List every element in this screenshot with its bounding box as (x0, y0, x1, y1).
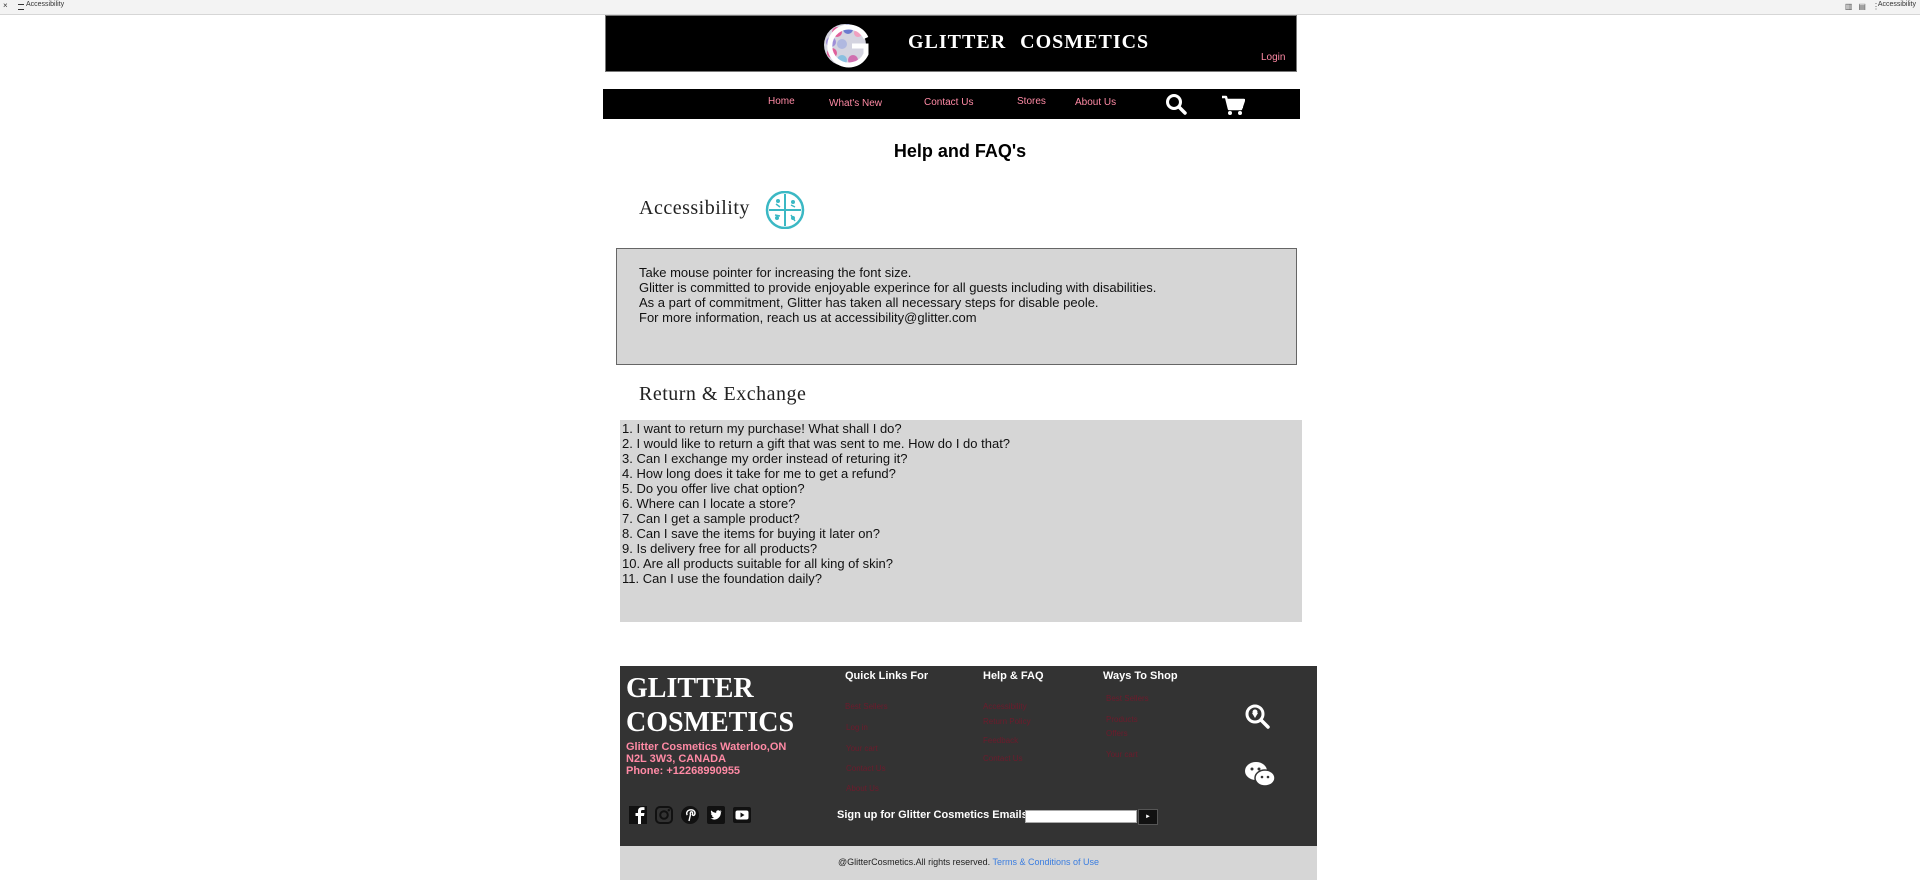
faq-item[interactable]: 7. Can I get a sample product? (622, 511, 1302, 526)
brand-title: GLITTER COSMETICS (908, 31, 1150, 53)
facebook-icon[interactable] (628, 805, 648, 825)
faq-item[interactable]: 8. Can I save the items for buying it la… (622, 526, 1302, 541)
footer-link-products[interactable]: Products (1106, 715, 1138, 724)
browser-right-label: Accessibility (1877, 1, 1916, 8)
pinterest-icon[interactable] (680, 805, 700, 825)
footer-brand-line: GLITTER (626, 673, 754, 704)
accessibility-line: Take mouse pointer for increasing the fo… (639, 265, 912, 280)
accessibility-heading: Accessibility (639, 197, 750, 219)
faq-item[interactable]: 9. Is delivery free for all products? (622, 541, 1302, 556)
nav-about-us[interactable]: About Us (1075, 97, 1116, 108)
footer-link-offers[interactable]: Offers (1106, 729, 1128, 738)
main-nav: Home What's New Contact Us Stores About … (603, 89, 1300, 119)
faq-item[interactable]: 4. How long does it take for me to get a… (622, 466, 1302, 481)
footer-brand: GLITTER COSMETICS (626, 672, 826, 740)
tab-menu-icon[interactable] (18, 4, 24, 10)
faq-item[interactable]: 5. Do you offer live chat option? (622, 481, 1302, 496)
faq-item[interactable]: 10. Are all products suitable for all ki… (622, 556, 1302, 571)
footer-address: Glitter Cosmetics Waterloo,ON N2L 3W3, C… (626, 741, 786, 777)
quick-links-title: Quick Links For (845, 670, 929, 682)
email-signup-input[interactable] (1025, 810, 1137, 823)
terms-link[interactable]: Terms & Conditions of Use (992, 857, 1099, 867)
footer-link-accessibility[interactable]: Accessibility (983, 702, 1027, 711)
copyright-text: @GlitterCosmetics.All rights reserved. T… (620, 857, 1317, 867)
accessibility-line: For more information, reach us at access… (639, 310, 977, 325)
tab-title[interactable]: Accessibility (26, 1, 64, 8)
login-link[interactable]: Login (1261, 52, 1285, 63)
twitter-icon[interactable] (706, 805, 726, 825)
nav-whats-new[interactable]: What's New (829, 98, 882, 109)
footer-brand-line: COSMETICS (626, 707, 795, 738)
instagram-icon[interactable] (654, 805, 674, 825)
accessibility-line: As a part of commitment, Glitter has tak… (639, 295, 1099, 310)
faq-list: 1. I want to return my purchase! What sh… (620, 420, 1302, 622)
nav-contact-us[interactable]: Contact Us (924, 97, 973, 108)
footer-link-contact[interactable]: Contact Us (846, 764, 886, 773)
faq-item[interactable]: 11. Can I use the foundation daily? (622, 571, 1302, 586)
footer-link-about[interactable]: About Us (846, 784, 879, 793)
cart-icon[interactable] (1221, 94, 1245, 116)
wechat-icon[interactable] (1244, 760, 1276, 788)
signup-label: Sign up for Glitter Cosmetics Emails (837, 809, 1028, 821)
phone-number: Phone: +12268990955 (626, 765, 741, 777)
footer-link-shop-cart[interactable]: Your cart (1106, 750, 1138, 759)
faq-item[interactable]: 3. Can I exchange my order instead of re… (622, 451, 1302, 466)
nav-stores[interactable]: Stores (1017, 96, 1046, 107)
accessibility-line: Glitter is committed to provide enjoyabl… (639, 280, 1157, 295)
search-icon[interactable] (1165, 93, 1187, 115)
address-line: Glitter Cosmetics Waterloo,ON (626, 741, 787, 753)
footer-link-cart[interactable]: Your cart (846, 744, 878, 753)
location-search-icon[interactable] (1244, 703, 1270, 729)
ways-to-shop-title: Ways To Shop (1103, 670, 1178, 682)
accessibility-info-box: Take mouse pointer for increasing the fo… (616, 248, 1297, 365)
footer-link-shop-best-sellers[interactable]: Best Sellers (1106, 694, 1149, 703)
faq-item[interactable]: 1. I want to return my purchase! What sh… (622, 421, 1302, 436)
accessibility-icon (765, 191, 805, 229)
page-title: Help and FAQ's (893, 141, 1027, 161)
footer-link-return-policy[interactable]: Return Policy (983, 717, 1031, 726)
footer-link-best-sellers[interactable]: Best Sellers (845, 702, 888, 711)
footer-link-feedback[interactable]: Feedback (983, 736, 1018, 745)
browser-tab-bar: × Accessibility ▥▤⋮ Accessibility (0, 0, 1920, 15)
faq-item[interactable]: 2. I would like to return a gift that wa… (622, 436, 1302, 451)
faq-item[interactable]: 6. Where can I locate a store? (622, 496, 1302, 511)
tab-close-icon[interactable]: × (3, 2, 9, 10)
site-footer: GLITTER COSMETICS Glitter Cosmetics Wate… (620, 666, 1317, 846)
email-submit-button[interactable]: ► (1138, 809, 1158, 825)
glitter-logo-icon[interactable] (822, 22, 878, 68)
nav-home[interactable]: Home (768, 96, 795, 107)
copyright-bar: @GlitterCosmetics.All rights reserved. T… (620, 846, 1317, 880)
address-line: N2L 3W3, CANADA (626, 753, 727, 765)
youtube-icon[interactable] (732, 805, 752, 825)
site-header: GLITTER COSMETICS Login (605, 15, 1297, 72)
return-exchange-heading: Return & Exchange (639, 383, 807, 405)
footer-link-help-contact[interactable]: Contact Us (983, 754, 1023, 763)
copyright-label: @GlitterCosmetics.All rights reserved. (837, 857, 991, 867)
help-faq-title: Help & FAQ (983, 670, 1044, 682)
footer-link-login[interactable]: Log in (846, 723, 868, 732)
